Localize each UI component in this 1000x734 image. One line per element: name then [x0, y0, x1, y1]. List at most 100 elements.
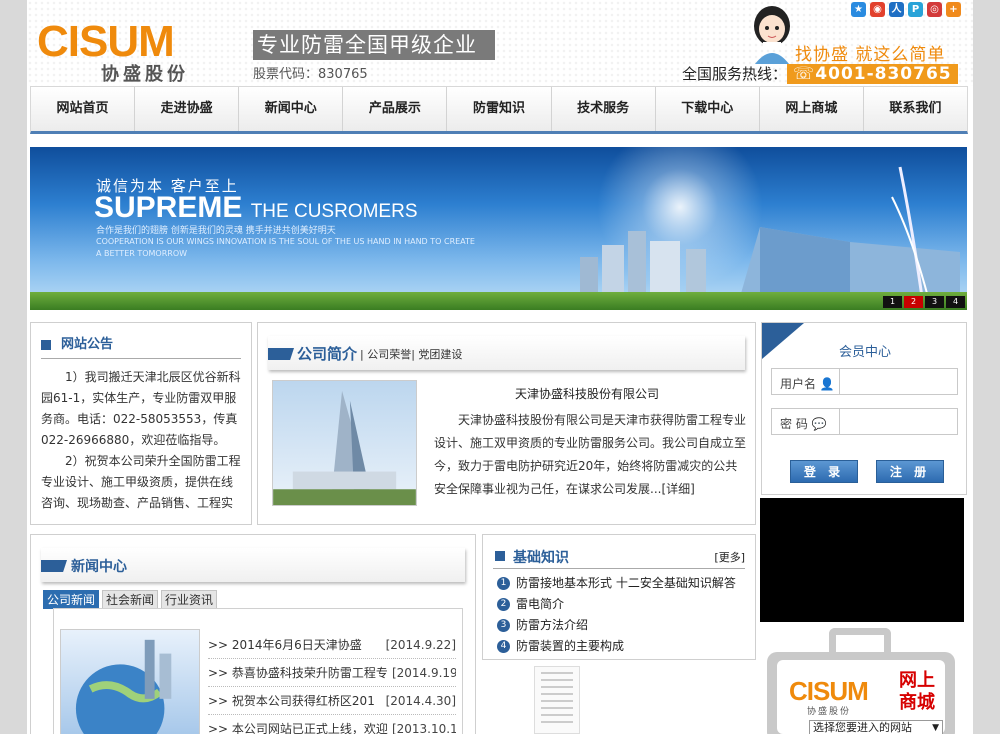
- logo-wordmark: CISUM: [37, 17, 175, 66]
- number-badge-icon: 4: [497, 640, 510, 653]
- header-slogan: 专业防雷全国甲级企业: [253, 30, 495, 60]
- username-label: 用户名 👤: [780, 377, 835, 391]
- banner-pager: 1 2 3 4: [883, 296, 965, 308]
- site-select[interactable]: 选择您要进入的网站 ▼: [809, 720, 943, 734]
- video-player[interactable]: [760, 498, 964, 622]
- list-item[interactable]: 3 防雷方法介绍: [497, 615, 736, 636]
- news-tabs: 公司新闻 社会新闻 行业资讯: [43, 590, 218, 609]
- banner-page-1[interactable]: 1: [883, 296, 902, 308]
- banner-buildings: [580, 166, 960, 298]
- notice-item-1[interactable]: 1）我司搬迁天津北辰区优谷新科园61-1，实体生产，专业防雷双甲服务商。电话：0…: [41, 367, 241, 451]
- knowledge-panel: 基础知识 [更多] 1 防雷接地基本形式 十二安全基础知识解答 2 雷电简介 3 防雷…: [482, 534, 756, 660]
- page: CISUM 协盛股份 专业防雷全国甲级企业 股票代码：830765 ★ ◉ 人 …: [27, 0, 973, 734]
- tab-social-news[interactable]: 社会新闻: [102, 590, 159, 609]
- member-panel: 会员中心 用户名 👤 密 码 💬 登 录 注 册: [761, 322, 967, 495]
- news-title[interactable]: 新闻中心: [71, 556, 127, 576]
- about-header: 公司简介 | 公司荣誉| 党团建设: [268, 336, 745, 370]
- password-label: 密 码 💬: [780, 417, 827, 431]
- site-logo[interactable]: CISUM 协盛股份: [37, 6, 247, 86]
- username-input[interactable]: [839, 369, 957, 394]
- chevron-down-icon: ▼: [932, 723, 939, 733]
- square-bullet-icon: [41, 339, 51, 350]
- shop-logo: CISUM: [789, 676, 869, 706]
- header-tagline: 找协盛 就这么简单: [795, 45, 946, 65]
- nav-products[interactable]: 产品展示: [343, 87, 448, 131]
- password-input[interactable]: [839, 409, 957, 434]
- banner-page-4[interactable]: 4: [946, 296, 965, 308]
- about-panel: 公司简介 | 公司荣誉| 党团建设 天津协盛科技股份有限公司 天津协盛科技股份有…: [257, 322, 756, 525]
- hero-banner[interactable]: 诚信为本 客户至上 SUPREME THE CUSROMERS 合作是我们的翅膀…: [30, 147, 967, 310]
- number-badge-icon: 1: [497, 577, 510, 590]
- nav-services[interactable]: 技术服务: [552, 87, 656, 131]
- list-item[interactable]: >> 恭喜协盛科技荣升防雷工程专 [2014.9.19]: [208, 659, 456, 687]
- banner-headline: SUPREME THE CUSROMERS: [94, 191, 418, 224]
- nav-home[interactable]: 网站首页: [31, 87, 136, 131]
- banner-page-3[interactable]: 3: [925, 296, 944, 308]
- member-title: 会员中心: [838, 345, 891, 360]
- number-badge-icon: 3: [497, 619, 510, 632]
- logo-subtitle: 协盛股份: [101, 64, 189, 85]
- list-item[interactable]: 4 防雷装置的主要构成: [497, 636, 736, 657]
- notice-panel: 网站公告 1）我司搬迁天津北辰区优谷新科园61-1，实体生产，专业防雷双甲服务商…: [30, 322, 252, 525]
- login-button[interactable]: 登 录: [790, 460, 858, 483]
- password-field: 密 码 💬: [771, 408, 958, 435]
- about-sublinks[interactable]: | 公司荣誉| 党团建设: [360, 346, 462, 362]
- number-badge-icon: 2: [497, 598, 510, 611]
- main-nav: 网站首页 走进协盛 新闻中心 产品展示 防雷知识 技术服务 下载中心 网上商城 …: [30, 86, 968, 134]
- knowledge-title: 基础知识: [513, 550, 569, 566]
- knowledge-list: 1 防雷接地基本形式 十二安全基础知识解答 2 雷电简介 3 防雷方法介绍 4 防雷装置…: [497, 573, 736, 657]
- notice-title: 网站公告: [61, 337, 114, 352]
- weibo-icon[interactable]: ◉: [870, 2, 885, 17]
- company-name: 天津协盛科技股份有限公司: [514, 387, 659, 401]
- mascot-image: [754, 6, 790, 64]
- banner-page-2[interactable]: 2: [904, 296, 923, 308]
- list-item[interactable]: 1 防雷接地基本形式 十二安全基础知识解答: [497, 573, 736, 594]
- list-item[interactable]: >> 祝贺本公司获得红桥区201 [2014.4.30]: [208, 687, 456, 715]
- nav-news[interactable]: 新闻中心: [239, 87, 344, 131]
- more-share-icon[interactable]: +: [946, 2, 961, 17]
- tencent-weibo-icon[interactable]: ◎: [927, 2, 942, 17]
- news-list: >> 2014年6月6日天津协盛 [2014.9.22] >> 恭喜协盛科技荣升防…: [208, 631, 456, 734]
- online-shop-promo[interactable]: CISUM 协盛股份 网上商城 选择您要进入的网站 ▼: [767, 626, 955, 734]
- shop-title: 网上商城: [899, 670, 935, 713]
- about-title[interactable]: 公司简介: [297, 343, 357, 364]
- tab-industry-news[interactable]: 行业资讯: [161, 590, 218, 609]
- hotline-number[interactable]: ☏4001-830765: [787, 64, 958, 84]
- certificate-image[interactable]: [534, 666, 580, 734]
- hotline-label: 全国服务热线：: [682, 65, 788, 83]
- notice-item-2[interactable]: 2）祝贺本公司荣升全国防雷工程专业设计、施工甲级资质，提供在线咨询、现场勘查、产…: [41, 451, 241, 517]
- renren-icon[interactable]: 人: [889, 2, 904, 17]
- news-tab-panel: >> 2014年6月6日天津协盛 [2014.9.22] >> 恭喜协盛科技荣升防…: [53, 608, 463, 734]
- tab-company-news[interactable]: 公司新闻: [43, 590, 100, 609]
- square-bullet-icon: [495, 551, 505, 561]
- company-building-photo: [272, 380, 417, 506]
- stock-code: 股票代码：830765: [253, 67, 368, 82]
- chat-icon: 💬: [811, 417, 827, 431]
- pinterest-icon[interactable]: P: [908, 2, 923, 17]
- nav-download[interactable]: 下载中心: [656, 87, 760, 131]
- knowledge-header: 基础知识 [更多]: [493, 545, 745, 569]
- phone-icon: ☏: [793, 64, 816, 84]
- nav-contact[interactable]: 联系我们: [864, 87, 967, 131]
- nav-shop[interactable]: 网上商城: [760, 87, 864, 131]
- shop-logo-subtitle: 协盛股份: [807, 707, 852, 717]
- notice-body: 1）我司搬迁天津北辰区优谷新科园61-1，实体生产，专业防雷双甲服务商。电话：0…: [31, 359, 251, 517]
- banner-line-4: COOPERATION IS OUR WINGS INNOVATION IS T…: [96, 237, 475, 258]
- list-item[interactable]: >> 2014年6月6日天津协盛 [2014.9.22]: [208, 631, 456, 659]
- section-bar-icon: [268, 348, 294, 360]
- section-bar-icon: [41, 560, 67, 572]
- share-bar: ★ ◉ 人 P ◎ +: [851, 2, 961, 17]
- user-icon: 👤: [819, 377, 835, 391]
- register-button[interactable]: 注 册: [876, 460, 944, 483]
- nav-knowledge[interactable]: 防雷知识: [447, 87, 552, 131]
- news-panel: 新闻中心 公司新闻 社会新闻 行业资讯 >> 2014年6月6日天津协盛 [201…: [30, 534, 476, 734]
- qzone-icon[interactable]: ★: [851, 2, 866, 17]
- notice-header: 网站公告: [41, 333, 241, 359]
- news-globe-image: [60, 629, 200, 734]
- service-hotline: 全国服务热线： ☏4001-830765: [682, 63, 958, 84]
- list-item[interactable]: >> 本公司网站已正式上线，欢迎[2013.10.15]: [208, 715, 456, 734]
- company-description[interactable]: 天津协盛科技股份有限公司是天津市获得防雷工程专业设计、施工双甲资质的专业防雷服务…: [434, 409, 746, 501]
- nav-about[interactable]: 走进协盛: [135, 87, 240, 131]
- list-item[interactable]: 2 雷电简介: [497, 594, 736, 615]
- more-link[interactable]: [更多]: [714, 549, 745, 565]
